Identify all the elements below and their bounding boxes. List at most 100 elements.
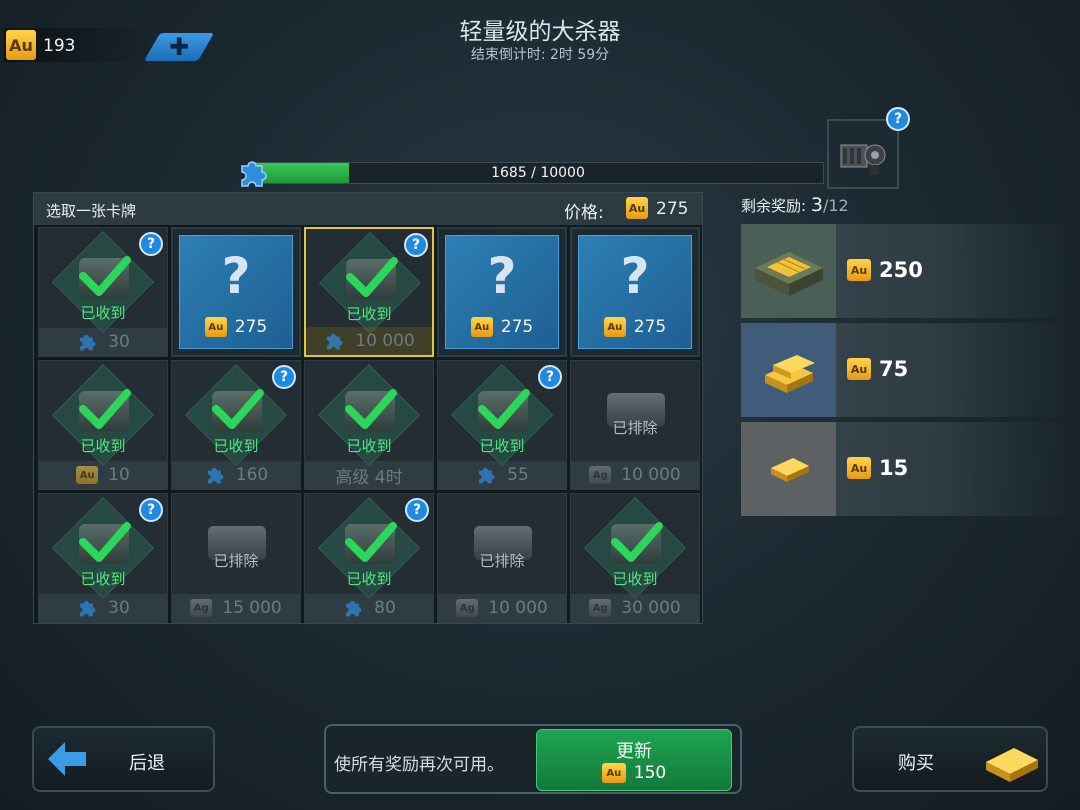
card-status: 已收到 <box>80 570 126 588</box>
refresh-button[interactable]: 更新 Au 150 <box>536 729 732 791</box>
arrow-left-icon <box>48 742 86 776</box>
reward-row: Au 250 <box>741 224 1071 318</box>
card-reward-value: 30 <box>108 332 130 352</box>
reward-amount: 75 <box>879 357 909 381</box>
back-button[interactable]: 后退 <box>32 726 215 792</box>
add-gold-button[interactable]: ✚ <box>143 33 215 61</box>
gold-bars-icon <box>765 355 815 393</box>
card-reward: Ag 10 000 <box>571 461 699 489</box>
card-reward: Ag 15 000 <box>172 594 300 622</box>
checkmark-icon <box>212 389 264 429</box>
card-price-value: 275 <box>500 317 534 337</box>
card-reward: 30 <box>39 328 167 356</box>
reward-card[interactable]: 已排除 Ag 10 000 <box>437 493 567 623</box>
price-value: 275 <box>656 199 689 219</box>
reward-row: Au 15 <box>741 422 1071 516</box>
gold-currency-icon: Au <box>204 317 227 337</box>
card-reward-value: 80 <box>374 598 396 618</box>
checkmark-icon <box>611 522 663 562</box>
question-mark-icon: ? <box>487 247 517 305</box>
gold-amount: 193 <box>43 36 76 56</box>
reward-card[interactable]: 已收到 160? <box>171 360 301 490</box>
remaining-label: 剩余奖励: <box>741 197 807 215</box>
reward-card[interactable]: 已收到 55? <box>437 360 567 490</box>
reward-card[interactable]: 已收到 30? <box>38 493 168 623</box>
buy-label: 购买 <box>898 753 934 774</box>
card-status: 已排除 <box>612 419 658 437</box>
checkmark-icon <box>478 389 530 429</box>
reward-image <box>741 323 836 417</box>
reward-card[interactable]: 已收到 80? <box>304 493 434 623</box>
card-reward-value: 10 000 <box>488 598 548 618</box>
card-panel-header: 选取一张卡牌 价格: Au 275 <box>34 193 702 225</box>
reward-card[interactable]: ? Au 275 <box>570 227 700 357</box>
collection-progress-bar: 1685 / 10000 <box>252 162 824 184</box>
help-icon[interactable]: ? <box>139 232 163 256</box>
card-reward: 80 <box>305 594 433 622</box>
question-mark-icon: ? <box>221 247 251 305</box>
reward-card[interactable]: 已收到 高级 4时 <box>304 360 434 490</box>
card-reward-value: 10 000 <box>355 331 415 351</box>
card-reward: 160 <box>172 461 300 489</box>
reward-value: Au 75 <box>847 357 908 381</box>
refresh-cost: Au 150 <box>537 763 731 783</box>
gold-bar-icon <box>986 748 1038 782</box>
reward-card[interactable]: ? Au 275 <box>437 227 567 357</box>
card-price-value: 275 <box>234 317 268 337</box>
reward-card[interactable]: 已排除 Ag 15 000 <box>171 493 301 623</box>
remaining-total: /12 <box>822 196 849 215</box>
refresh-panel: 使所有奖励再次可用。 更新 Au 150 <box>324 724 742 794</box>
puzzle-piece-icon <box>80 600 96 617</box>
reward-card[interactable]: 已排除 Ag 10 000 <box>570 360 700 490</box>
reward-card[interactable]: 已收到 Ag 30 000 <box>570 493 700 623</box>
gold-currency-icon: Au <box>847 259 871 281</box>
help-icon[interactable]: ? <box>405 498 429 522</box>
buy-button[interactable]: 购买 <box>852 726 1048 792</box>
gold-crate-icon <box>755 252 823 296</box>
checkmark-icon <box>79 389 131 429</box>
card-reward-value: 160 <box>235 465 269 485</box>
reward-card[interactable]: 已收到 Au 10 <box>38 360 168 490</box>
countdown-timer: 结束倒计时: 2时 59分 <box>470 47 610 63</box>
gold-currency-icon: Au <box>601 763 626 783</box>
reward-card[interactable]: 已收到 30? <box>38 227 168 357</box>
card-status: 已收到 <box>346 305 392 323</box>
silver-currency-icon: Ag <box>589 599 612 617</box>
card-reward: 10 000 <box>306 327 432 355</box>
card-reward: 高级 4时 <box>305 461 433 489</box>
puzzle-piece-icon <box>346 600 362 617</box>
card-reward: Ag 10 000 <box>438 594 566 622</box>
card-reward: Ag 30 000 <box>571 594 699 622</box>
checkmark-icon <box>79 522 131 562</box>
checkmark-icon <box>345 522 397 562</box>
help-icon[interactable]: ? <box>272 365 296 389</box>
weapon-module-icon <box>840 144 886 175</box>
question-mark-icon: ? <box>620 247 650 305</box>
puzzle-piece-icon <box>207 467 224 484</box>
refresh-cost-value: 150 <box>633 763 667 783</box>
help-icon[interactable]: ? <box>139 498 163 522</box>
gold-bar-icon <box>771 458 809 482</box>
card-status: 已收到 <box>80 304 126 322</box>
remaining-count: 3 <box>810 194 823 216</box>
card-reward-value: 15 000 <box>222 598 282 618</box>
help-icon[interactable]: ? <box>404 233 428 257</box>
reward-value: Au 15 <box>847 456 908 480</box>
silver-currency-icon: Ag <box>589 466 612 484</box>
help-icon[interactable]: ? <box>538 365 562 389</box>
card-price: Au 275 <box>439 317 565 337</box>
gold-currency-icon: Au <box>847 358 871 380</box>
card-status: 已收到 <box>479 437 525 455</box>
card-reward: Au 10 <box>39 461 167 489</box>
reward-card[interactable]: 已收到 10 000? <box>304 227 434 357</box>
progress-text: 1685 / 10000 <box>491 165 585 181</box>
grand-prize-help-icon[interactable]: ? <box>886 107 910 131</box>
reward-card[interactable]: ? Au 275 <box>171 227 301 357</box>
card-panel: 选取一张卡牌 价格: Au 275 已收到 30?? Au 275 已收到 10 000?… <box>33 192 703 624</box>
card-price-value: 275 <box>633 317 667 337</box>
checkmark-icon <box>346 257 398 297</box>
grand-prize-item[interactable] <box>827 119 899 189</box>
card-status: 已收到 <box>80 437 126 455</box>
gold-currency-icon: Au <box>76 466 99 484</box>
card-reward-value: 55 <box>507 465 529 485</box>
